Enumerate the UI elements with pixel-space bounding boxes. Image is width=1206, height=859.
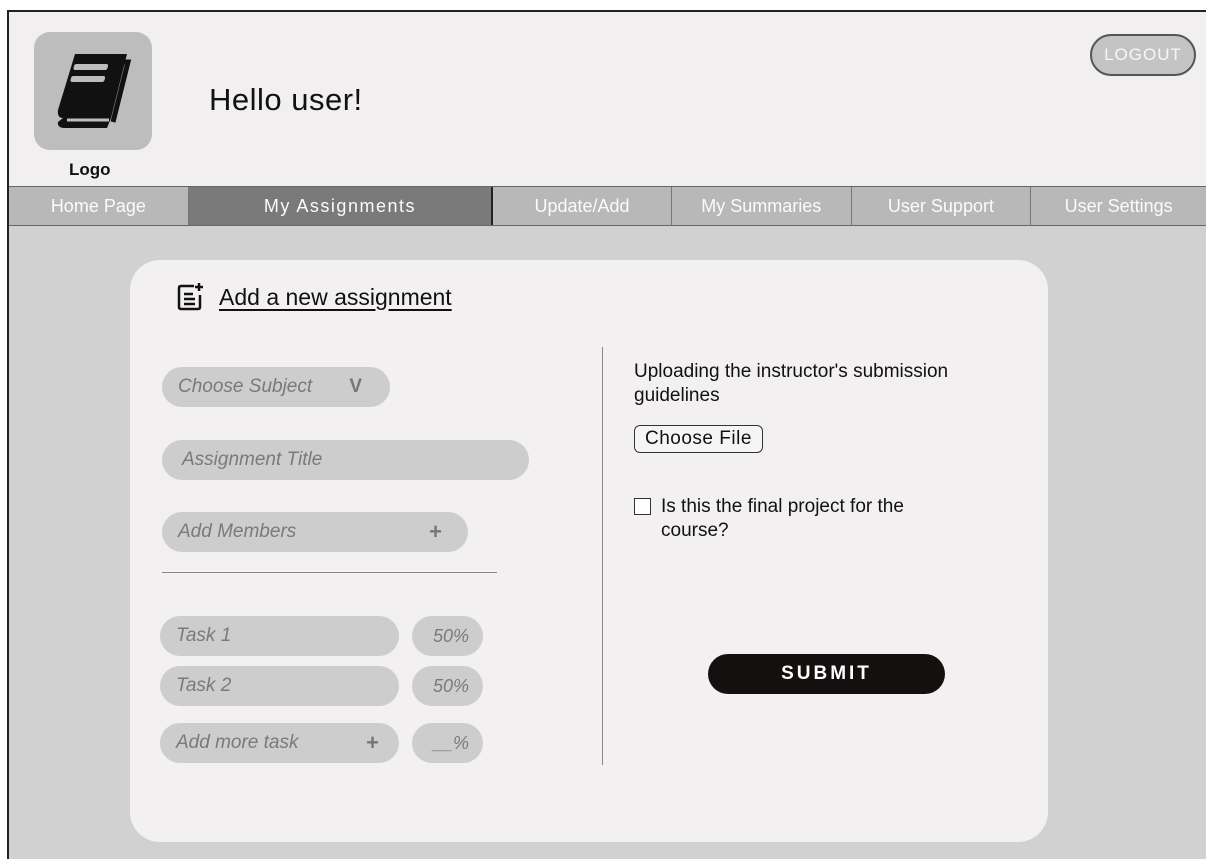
divider [162, 572, 497, 573]
task-2-percent[interactable]: 50% [412, 666, 483, 706]
card-title: Add a new assignment [175, 282, 452, 312]
choose-subject-dropdown[interactable]: Choose Subject V [162, 367, 390, 407]
add-members-input[interactable]: Add Members + [162, 512, 468, 552]
add-more-task-percent[interactable]: __% [412, 723, 483, 763]
logo [34, 32, 152, 150]
task-1-input[interactable]: Task 1 [160, 616, 399, 656]
card-title-text: Add a new assignment [219, 283, 452, 310]
greeting: Hello user! [209, 82, 363, 117]
final-project-label: Is this the final project for the course… [661, 496, 904, 541]
column-divider [602, 347, 603, 765]
add-note-icon [177, 283, 203, 311]
final-project-row: Is this the final project for the course… [634, 495, 961, 543]
submit-button[interactable]: SUBMIT [708, 654, 945, 694]
plus-icon[interactable]: + [429, 519, 442, 545]
nav-my-summaries[interactable]: My Summaries [672, 187, 852, 225]
add-more-task-input[interactable]: Add more task + [160, 723, 399, 763]
nav-bar: Home Page My Assignments Update/Add My S… [9, 186, 1206, 226]
task-1-percent[interactable]: 50% [412, 616, 483, 656]
nav-home-page[interactable]: Home Page [9, 187, 189, 225]
nav-my-assignments[interactable]: My Assignments [188, 187, 494, 225]
choose-subject-placeholder: Choose Subject [178, 376, 313, 397]
final-project-checkbox[interactable] [634, 498, 651, 515]
book-icon [57, 54, 132, 128]
logo-label: Logo [69, 160, 111, 179]
upload-guidelines-label: Uploading the instructor's submission gu… [634, 361, 949, 406]
header: Logo Hello user! LOGOUT [9, 12, 1206, 186]
add-more-task-placeholder: Add more task [176, 732, 299, 753]
add-members-placeholder: Add Members [178, 521, 297, 542]
task-2-input[interactable]: Task 2 [160, 666, 399, 706]
nav-user-support[interactable]: User Support [852, 187, 1032, 225]
plus-icon[interactable]: + [366, 730, 379, 756]
chevron-down-icon: V [349, 376, 362, 397]
logout-button[interactable]: LOGOUT [1090, 34, 1196, 76]
nav-user-settings[interactable]: User Settings [1031, 187, 1206, 225]
assignment-title-input[interactable]: Assignment Title [162, 440, 529, 480]
nav-update-add[interactable]: Update/Add [493, 187, 672, 225]
add-assignment-card: Add a new assignment Choose Subject V As… [130, 260, 1048, 842]
choose-file-button[interactable]: Choose File [634, 425, 763, 453]
app-frame: Logo Hello user! LOGOUT Home Page My Ass… [7, 10, 1206, 859]
